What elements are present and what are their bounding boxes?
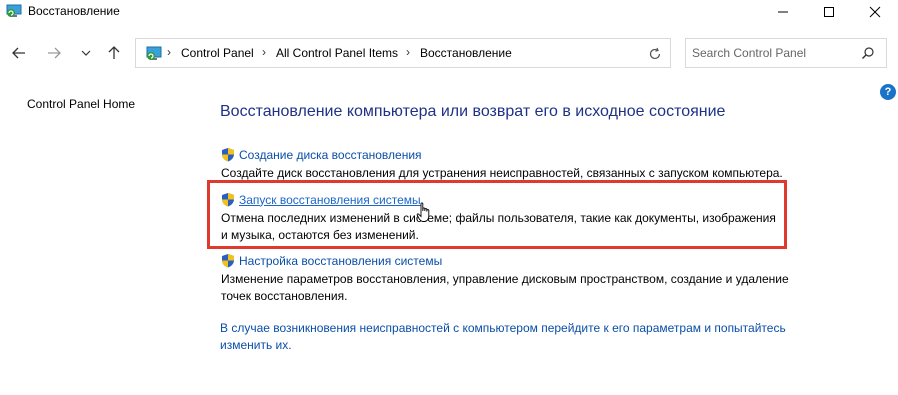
create-recovery-drive-label: Создание диска восстановления [239,147,422,162]
recovery-app-icon [6,4,22,17]
close-icon [869,6,881,18]
up-button[interactable] [102,41,126,65]
help-icon: ? [884,86,892,98]
close-button[interactable] [852,0,898,24]
configure-system-restore-link[interactable]: Настройка восстановления системы [221,253,791,268]
breadcrumb-separator: › [262,45,266,59]
control-panel-home-link[interactable]: Control Panel Home [27,97,135,111]
address-bar[interactable]: › Control Panel › All Control Panel Item… [135,38,671,68]
maximize-button[interactable] [806,0,852,24]
chevron-down-icon [81,50,91,56]
breadcrumb-separator: › [406,45,410,59]
window-title: Восстановление [28,4,120,18]
reset-pc-link[interactable]: В случае возникновения неисправностей с … [220,320,820,354]
back-arrow-icon [12,47,25,59]
forward-arrow-icon [48,47,61,59]
uac-shield-icon [222,148,234,162]
title-bar: Восстановление [0,0,898,30]
refresh-button[interactable] [644,43,666,65]
help-button[interactable]: ? [880,84,896,100]
refresh-icon [649,47,661,60]
search-input[interactable] [692,45,852,61]
breadcrumb-recovery[interactable]: Восстановление [420,46,512,60]
hand-cursor-icon [416,202,430,222]
recent-locations-button[interactable] [74,41,98,65]
task-configure-system-restore: Настройка восстановления системы Изменен… [221,253,791,305]
control-panel-icon [146,46,162,60]
minimize-button[interactable] [760,0,806,24]
up-arrow-icon [108,46,120,59]
breadcrumb-control-panel[interactable]: Control Panel [181,46,254,60]
highlight-box [207,180,787,249]
configure-system-restore-description: Изменение параметров восстановления, упр… [221,272,789,303]
configure-system-restore-label: Настройка восстановления системы [239,253,443,268]
minimize-icon [778,11,788,13]
breadcrumb-separator: › [167,45,171,59]
uac-shield-icon [222,254,234,268]
back-button[interactable] [7,41,31,65]
search-box[interactable] [685,38,887,68]
task-create-recovery-drive: Создание диска восстановления Создайте д… [221,147,783,182]
search-icon[interactable] [861,46,875,60]
forward-button[interactable] [42,41,66,65]
breadcrumb-all-items[interactable]: All Control Panel Items [276,46,398,60]
page-title: Восстановление компьютера или возврат ег… [220,103,726,120]
maximize-icon [824,7,834,17]
create-recovery-drive-link[interactable]: Создание диска восстановления [221,147,783,162]
